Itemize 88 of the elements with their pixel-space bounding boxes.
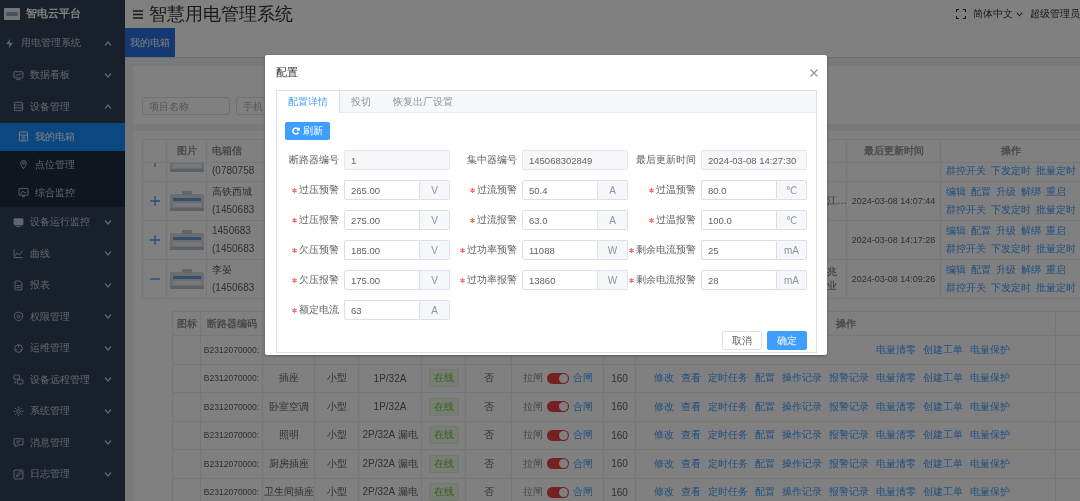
table-cell: 160 xyxy=(611,429,628,441)
field-label: 额定电流 xyxy=(299,303,339,317)
unit-addon: W xyxy=(598,240,628,260)
column-header: 图标 xyxy=(176,316,197,331)
unit-addon: A xyxy=(598,210,628,230)
table-cell-text: 1450683 (1450683 xyxy=(212,224,255,256)
unit-addon: W xyxy=(598,270,628,290)
table-cell: B2312070000: xyxy=(203,401,260,412)
column-header: 操作 xyxy=(1000,144,1021,158)
field-label: 断路器编号 xyxy=(289,153,339,167)
table-cell: 卧室空调 xyxy=(268,399,309,414)
unit-addon: mA xyxy=(777,240,807,260)
column-header: 图片 xyxy=(176,144,197,158)
table-cell: 2P/32A 漏电 xyxy=(362,428,418,443)
table-cell: 小型 xyxy=(326,456,347,471)
table-cell: 否 xyxy=(483,428,494,443)
column-header: 操作 xyxy=(835,316,856,331)
switch-label: 合闸 xyxy=(572,485,593,500)
table-cell: 2P/32A 漏电 xyxy=(362,485,418,500)
table-cell-text: 兆业 xyxy=(827,265,838,293)
status-tag: 在线 xyxy=(428,483,459,501)
table-cell: 否 xyxy=(483,456,494,471)
unit-addon: ℃ xyxy=(777,210,807,230)
switch-label: 合闸 xyxy=(572,428,593,443)
dialog-title: 配置 xyxy=(276,65,298,80)
unit-addon: ℃ xyxy=(777,180,807,200)
table-cell: 卫生间插座 xyxy=(263,485,314,500)
table-cell: 2024-03-08 14:09:26 xyxy=(851,274,936,284)
table-cell: B2312070000: xyxy=(203,487,260,498)
table-cell: 照明 xyxy=(278,428,299,443)
unit-addon: V xyxy=(420,270,450,290)
field-label: 集中器编号 xyxy=(467,153,517,167)
field-label: 过功率预警 xyxy=(467,243,517,257)
unit-addon: mA xyxy=(777,270,807,290)
unit-addon: A xyxy=(420,300,450,320)
switch-label: 合闸 xyxy=(572,371,593,386)
page-title: 智慧用电管理系统 xyxy=(149,3,293,26)
field-label: 过流预警 xyxy=(477,183,517,197)
status-tag: 在线 xyxy=(428,397,459,416)
field-label: 剩余电流预警 xyxy=(636,243,696,257)
field-label: 过温报警 xyxy=(656,213,696,227)
table-cell: 小型 xyxy=(326,428,347,443)
unit-addon: V xyxy=(420,240,450,260)
switch-label: 合闸 xyxy=(572,456,593,471)
table-cell: 1P/32A xyxy=(373,372,407,384)
table-cell: 小型 xyxy=(326,371,347,386)
table-cell: 1P/32A xyxy=(373,401,407,413)
table-cell: 160 xyxy=(611,486,628,498)
status-tag: 在线 xyxy=(428,454,459,473)
table-cell: 小型 xyxy=(326,485,347,500)
column-header: 断路器编码 xyxy=(206,316,257,331)
field-label: 过压报警 xyxy=(299,213,339,227)
table-cell-text: (0780758 xyxy=(212,164,255,178)
table-cell-text: 李晏 (1450683 xyxy=(212,263,255,295)
unit-addon: A xyxy=(598,180,628,200)
field-label: 过功率报警 xyxy=(467,273,517,287)
table-cell: 160 xyxy=(611,458,628,470)
field-label: 欠压报警 xyxy=(299,273,339,287)
table-cell: 否 xyxy=(483,399,494,414)
table-cell: 否 xyxy=(483,371,494,386)
field-label: 最后更新时间 xyxy=(636,153,696,167)
table-cell: 2024-03-08 14:17:28 xyxy=(851,235,936,245)
table-cell: B2312070000: xyxy=(203,373,260,384)
table-cell: 江… xyxy=(827,194,846,208)
field-label: 欠压预警 xyxy=(299,243,339,257)
unit-addon: V xyxy=(420,180,450,200)
table-cell: 厨房插座 xyxy=(268,456,309,471)
status-tag: 在线 xyxy=(428,426,459,445)
table-cell: B2312070000: xyxy=(203,458,260,469)
table-cell: 小型 xyxy=(326,399,347,414)
unit-addon: V xyxy=(420,210,450,230)
table-cell: 2024-03-08 14:07:44 xyxy=(851,196,936,206)
status-tag: 在线 xyxy=(428,369,459,388)
table-cell: 2P/32A 漏电 xyxy=(362,456,418,471)
field-label: 剩余电流报警 xyxy=(636,273,696,287)
field-label: 过温预警 xyxy=(656,183,696,197)
app-logo-text: 智电云平台 xyxy=(26,7,81,21)
switch-label: 合闸 xyxy=(572,399,593,414)
column-header: 电箱信 xyxy=(212,144,242,158)
field-label: 过流报警 xyxy=(477,213,517,227)
table-cell: 160 xyxy=(611,372,628,384)
table-cell-text: 高铁西城 (1450683 xyxy=(212,185,255,217)
table-cell: B2312070000: xyxy=(203,430,260,441)
field-label: 过压预警 xyxy=(299,183,339,197)
table-cell: 插座 xyxy=(278,371,299,386)
table-cell: 160 xyxy=(611,401,628,413)
table-cell: 否 xyxy=(483,485,494,500)
table-cell: B2312070000: xyxy=(203,344,260,355)
